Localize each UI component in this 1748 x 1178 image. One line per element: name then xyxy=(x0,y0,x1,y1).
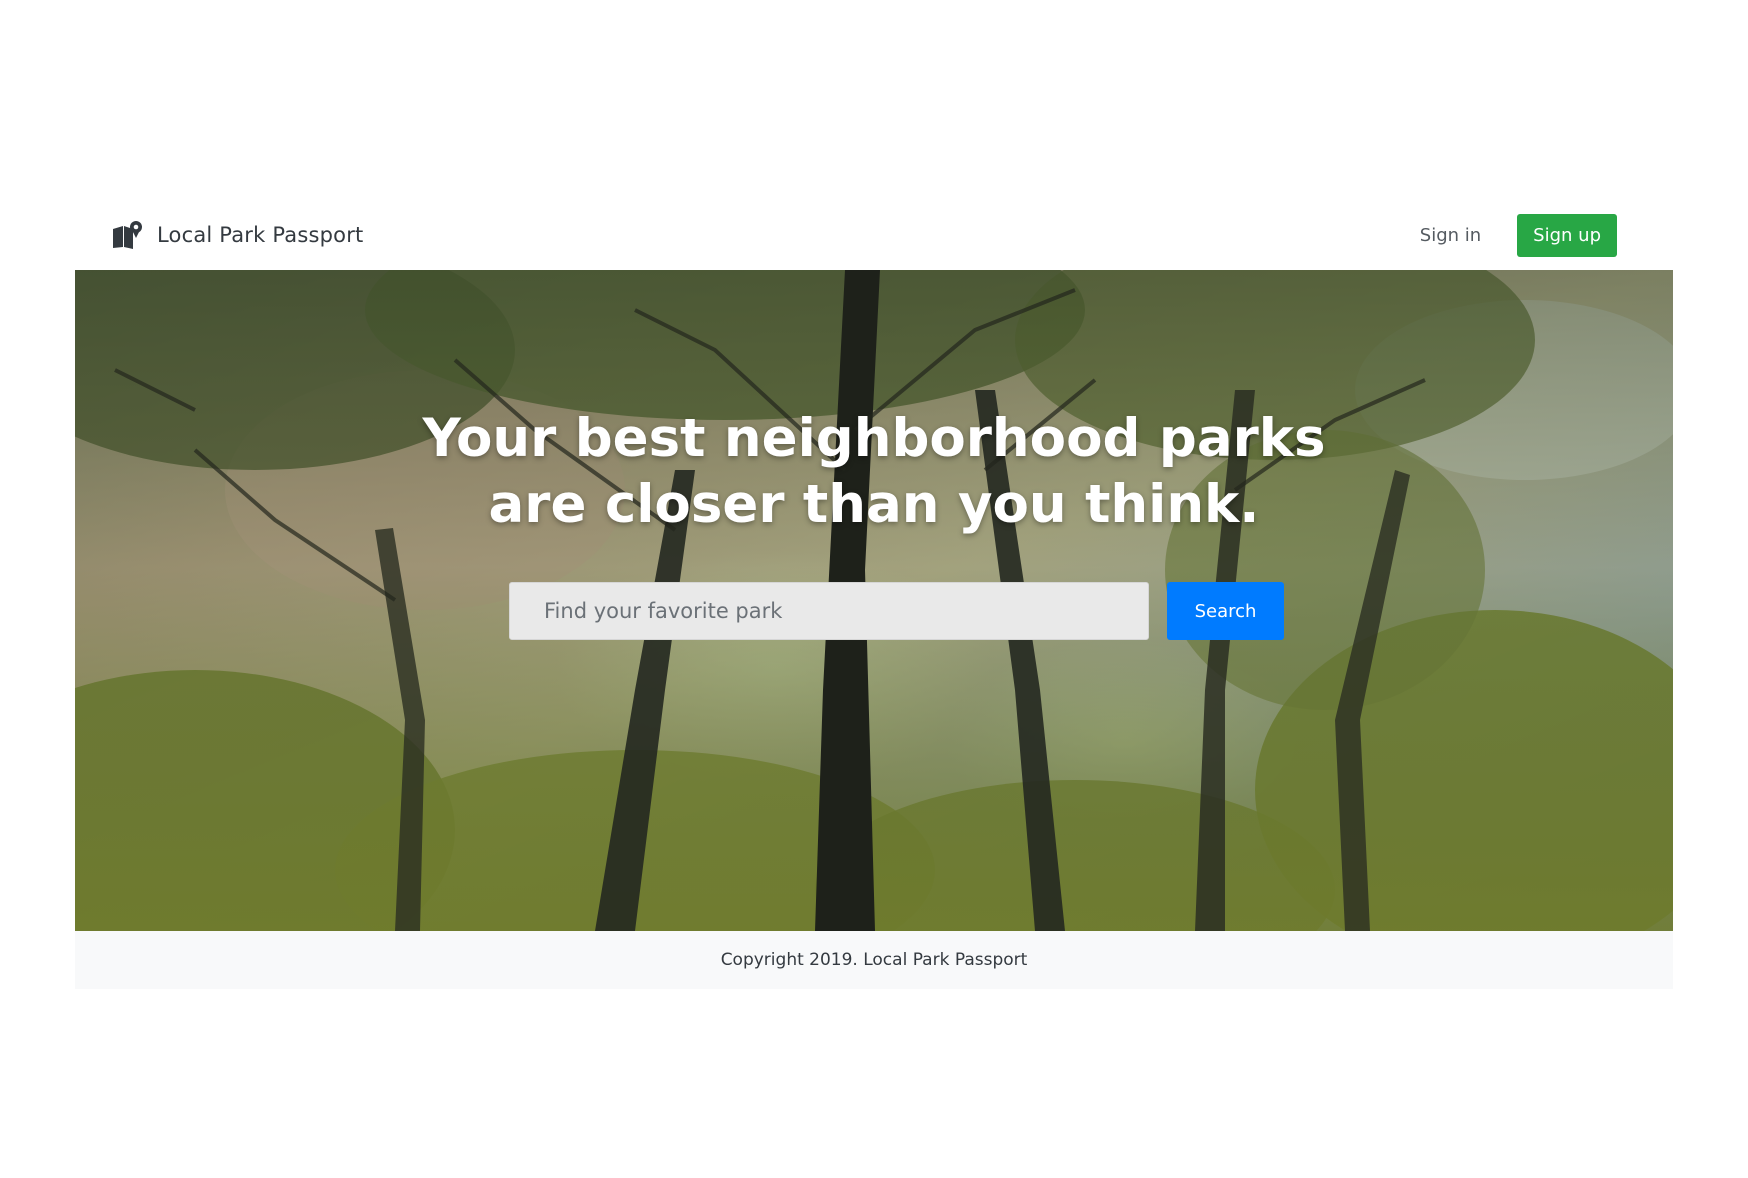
page: Local Park Passport Sign in Sign up Your… xyxy=(0,0,1748,1178)
footer: Copyright 2019. Local Park Passport xyxy=(75,931,1673,989)
park-passport-logo-icon xyxy=(113,221,142,249)
search-button[interactable]: Search xyxy=(1167,582,1284,640)
sign-up-button[interactable]: Sign up xyxy=(1517,213,1617,257)
sign-in-link[interactable]: Sign in xyxy=(1420,225,1481,246)
hero-headline: Your best neighborhood parks are closer … xyxy=(75,406,1673,538)
brand-name: Local Park Passport xyxy=(157,223,364,247)
nav-actions: Sign in Sign up xyxy=(1420,213,1617,257)
copyright-text: Copyright 2019. Local Park Passport xyxy=(720,950,1028,970)
headline-line-1: Your best neighborhood parks xyxy=(422,407,1326,469)
brand-link[interactable]: Local Park Passport xyxy=(111,219,363,251)
park-search-input[interactable] xyxy=(509,582,1149,640)
headline-line-2: are closer than you think. xyxy=(488,473,1260,535)
search-form: Search xyxy=(509,582,1284,640)
hero-section: Your best neighborhood parks are closer … xyxy=(75,270,1673,931)
navbar: Local Park Passport Sign in Sign up xyxy=(75,200,1673,270)
